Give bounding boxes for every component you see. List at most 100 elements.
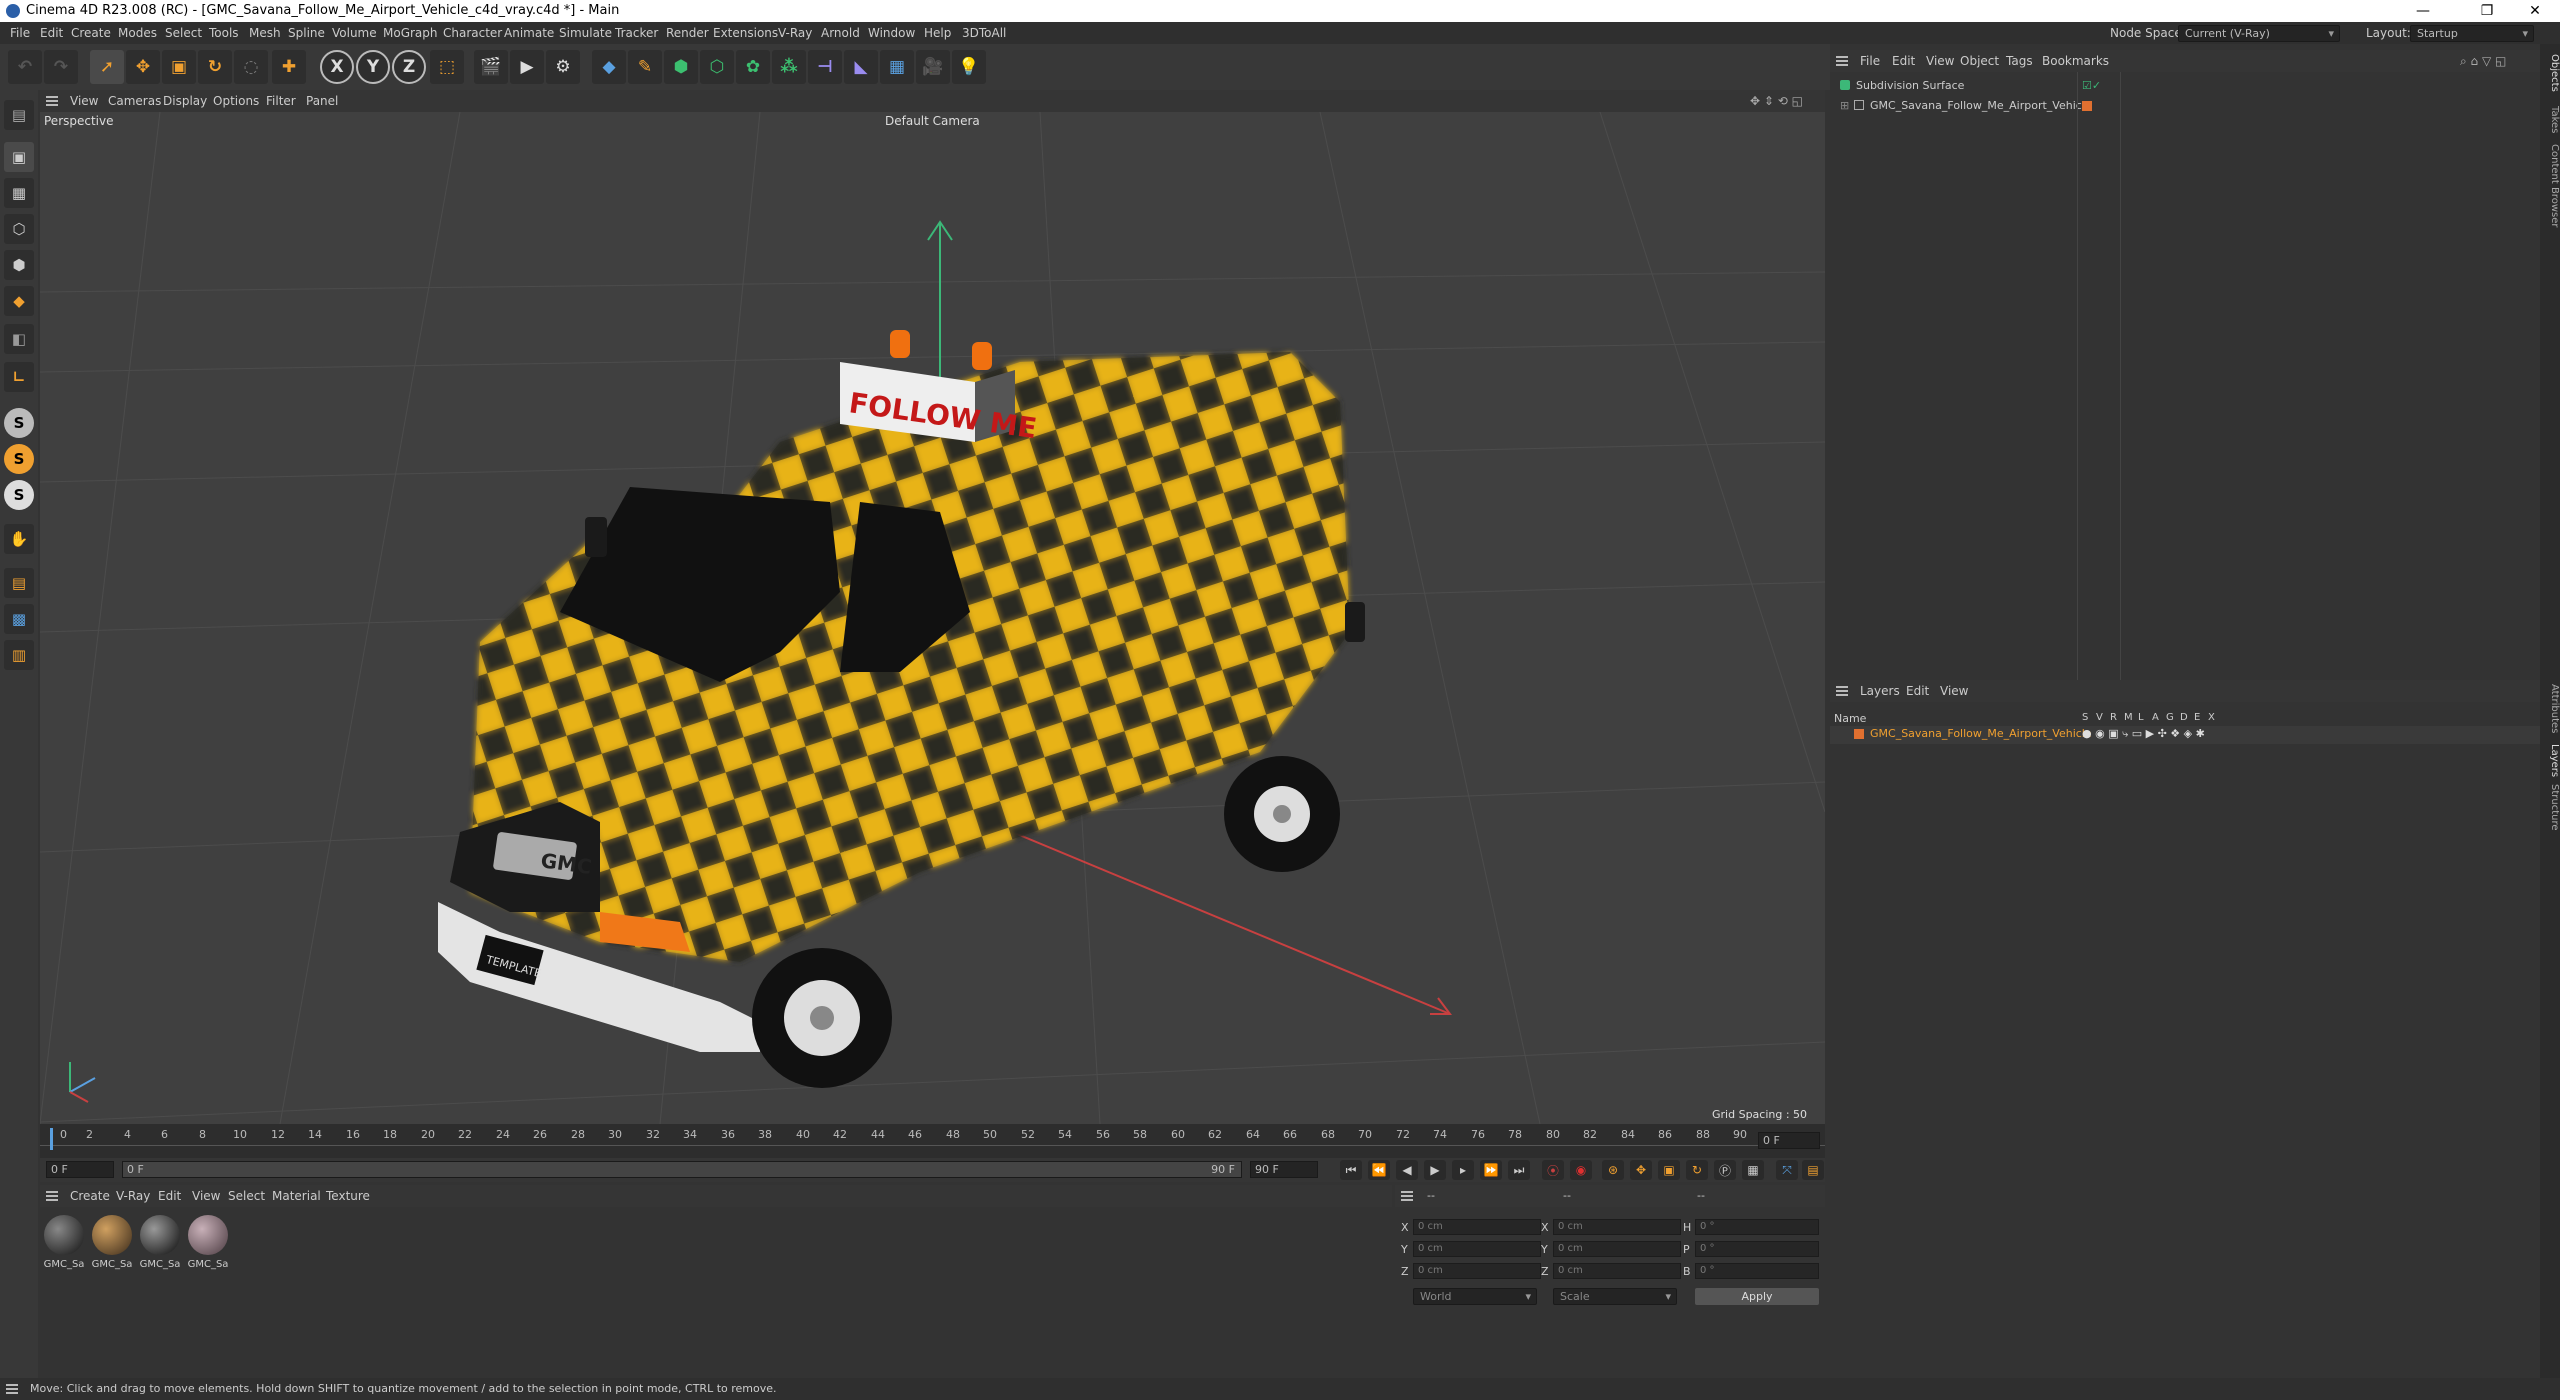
material-swatch[interactable]: GMC_Sa	[138, 1215, 182, 1279]
record-icon[interactable]: ⦿	[1542, 1160, 1564, 1180]
undo-icon[interactable]: ↶	[8, 50, 42, 84]
object-menu-file[interactable]: File	[1860, 50, 1880, 72]
key-param-icon[interactable]: Ⓟ	[1714, 1160, 1736, 1180]
model-mode-icon[interactable]: ▣	[4, 142, 34, 172]
playhead[interactable]	[50, 1128, 53, 1150]
tab-attributes[interactable]: Attributes	[2540, 684, 2560, 733]
position-x-field[interactable]: 0 cm	[1413, 1219, 1541, 1235]
pen-icon[interactable]: ✎	[628, 50, 662, 84]
object-menu-bookmarks[interactable]: Bookmarks	[2042, 50, 2109, 72]
autokey-icon[interactable]: ◉	[1570, 1160, 1592, 1180]
previous-frame-icon[interactable]: ◀	[1396, 1160, 1418, 1180]
workplane-icon[interactable]: ∟	[4, 362, 34, 392]
play-icon[interactable]: ▶	[1424, 1160, 1446, 1180]
tab-layers[interactable]: Layers	[2540, 744, 2560, 777]
snap-icon-3[interactable]: S	[4, 480, 34, 510]
menu-mesh[interactable]: Mesh	[249, 22, 281, 44]
menu-volume[interactable]: Volume	[332, 22, 377, 44]
viewport-nav-icons[interactable]: ✥ ⇕ ⟲ ◱	[1750, 90, 1803, 112]
coord-system-dropdown[interactable]: World	[1413, 1288, 1537, 1305]
rotation-h-field[interactable]: 0 °	[1695, 1219, 1819, 1235]
menu-window[interactable]: Window	[868, 22, 915, 44]
menu-render[interactable]: Render	[666, 22, 709, 44]
menu-extensions[interactable]: Extensions	[713, 22, 778, 44]
tab-content-browser[interactable]: Content Browser	[2540, 144, 2560, 227]
object-row[interactable]: ⊞ GMC_Savana_Follow_Me_Airport_Vehicle	[1830, 98, 2540, 116]
checker-icon[interactable]: ▩	[4, 604, 34, 634]
viewport-camera[interactable]: Default Camera	[885, 114, 980, 128]
render-settings-icon[interactable]: ⚙	[546, 50, 580, 84]
object-hamburger-icon[interactable]	[1836, 56, 1848, 66]
layer-row[interactable]: GMC_Savana_Follow_Me_Airport_Vehicle ● ◉…	[1830, 726, 2540, 744]
create-object-icon[interactable]: ✚	[272, 50, 306, 84]
object-menu-view[interactable]: View	[1926, 50, 1954, 72]
floor-icon[interactable]: ▦	[880, 50, 914, 84]
menu-edit[interactable]: Edit	[40, 22, 63, 44]
menu-mograph[interactable]: MoGraph	[383, 22, 438, 44]
subdivision-icon[interactable]: ⬢	[664, 50, 698, 84]
layer-menu-view[interactable]: View	[1940, 680, 1968, 702]
live-selection-icon[interactable]: ◌	[234, 50, 268, 84]
object-menu-edit[interactable]: Edit	[1892, 50, 1915, 72]
apply-button[interactable]: Apply	[1695, 1288, 1819, 1305]
size-y-field[interactable]: 0 cm	[1553, 1241, 1681, 1257]
size-x-field[interactable]: 0 cm	[1553, 1219, 1681, 1235]
object-search-icons[interactable]: ⌕ ⌂ ▽ ◱	[2460, 50, 2506, 72]
restore-button[interactable]: ❐	[2464, 0, 2510, 22]
array-icon[interactable]: ⁂	[772, 50, 806, 84]
material-swatch[interactable]: GMC_Sa	[42, 1215, 86, 1279]
menu-simulate[interactable]: Simulate	[559, 22, 612, 44]
deformer-icon[interactable]: ⊣	[808, 50, 842, 84]
polygon-mode-icon[interactable]: ◆	[4, 286, 34, 316]
light-icon[interactable]: 💡	[952, 50, 986, 84]
layer-menu-layers[interactable]: Layers	[1860, 680, 1900, 702]
menu-vray[interactable]: V-Ray	[778, 22, 812, 44]
cloner-icon[interactable]: ✿	[736, 50, 770, 84]
rotation-p-field[interactable]: 0 °	[1695, 1241, 1819, 1257]
menu-tracker[interactable]: Tracker	[615, 22, 658, 44]
status-hamburger-icon[interactable]	[6, 1384, 18, 1394]
size-mode-dropdown[interactable]: Scale	[1553, 1288, 1677, 1305]
object-visibility-check-icon[interactable]: ☑✓	[2082, 79, 2101, 92]
viewport-menu-panel[interactable]: Panel	[306, 90, 338, 112]
end-frame-field[interactable]: 90 F	[1250, 1161, 1318, 1178]
material-menu-view[interactable]: View	[192, 1185, 220, 1207]
material-hamburger-icon[interactable]	[46, 1191, 58, 1201]
rotation-b-field[interactable]: 0 °	[1695, 1263, 1819, 1279]
key-pla-icon[interactable]: ▦	[1742, 1160, 1764, 1180]
layer-hamburger-icon[interactable]	[1836, 686, 1848, 696]
keyframe-selection-icon[interactable]: ⊛	[1602, 1160, 1624, 1180]
next-frame-icon[interactable]: ▸	[1452, 1160, 1474, 1180]
previous-key-icon[interactable]: ⏪	[1368, 1160, 1390, 1180]
menu-spline[interactable]: Spline	[288, 22, 325, 44]
y-axis-icon[interactable]: Y	[356, 50, 390, 84]
tab-structure[interactable]: Structure	[2540, 784, 2560, 831]
layout-dropdown[interactable]: Startup	[2410, 25, 2534, 42]
tab-takes[interactable]: Takes	[2540, 106, 2560, 133]
object-row[interactable]: Subdivision Surface ☑✓	[1830, 78, 2540, 96]
go-to-start-icon[interactable]: ⏮	[1340, 1160, 1362, 1180]
select-icon[interactable]: ➚	[90, 50, 124, 84]
go-to-end-icon[interactable]: ⏭	[1508, 1160, 1530, 1180]
layer-menu-edit[interactable]: Edit	[1906, 680, 1929, 702]
uv-mode-icon[interactable]: ◧	[4, 324, 34, 354]
coords-hamburger-icon[interactable]	[1401, 1191, 1413, 1201]
menu-file[interactable]: File	[10, 22, 30, 44]
material-menu-texture[interactable]: Texture	[326, 1185, 370, 1207]
cube-icon[interactable]: ◆	[592, 50, 626, 84]
field-icon[interactable]: ◣	[844, 50, 878, 84]
tab-objects[interactable]: Objects	[2540, 54, 2560, 92]
coordinate-system-icon[interactable]: ⬚	[430, 50, 464, 84]
redo-icon[interactable]: ↷	[44, 50, 78, 84]
object-menu-tags[interactable]: Tags	[2006, 50, 2033, 72]
render-view-icon[interactable]: ▶	[510, 50, 544, 84]
snap-icon-1[interactable]: S	[4, 408, 34, 438]
position-y-field[interactable]: 0 cm	[1413, 1241, 1541, 1257]
rotate-icon[interactable]: ↻	[198, 50, 232, 84]
expand-icon[interactable]: ⊞	[1840, 99, 1849, 112]
camera-icon[interactable]: 🎥	[916, 50, 950, 84]
generator-icon[interactable]: ⬡	[700, 50, 734, 84]
position-z-field[interactable]: 0 cm	[1413, 1263, 1541, 1279]
motion-icon[interactable]: ⤧	[1776, 1160, 1798, 1180]
viewport-menu-view[interactable]: View	[70, 90, 98, 112]
